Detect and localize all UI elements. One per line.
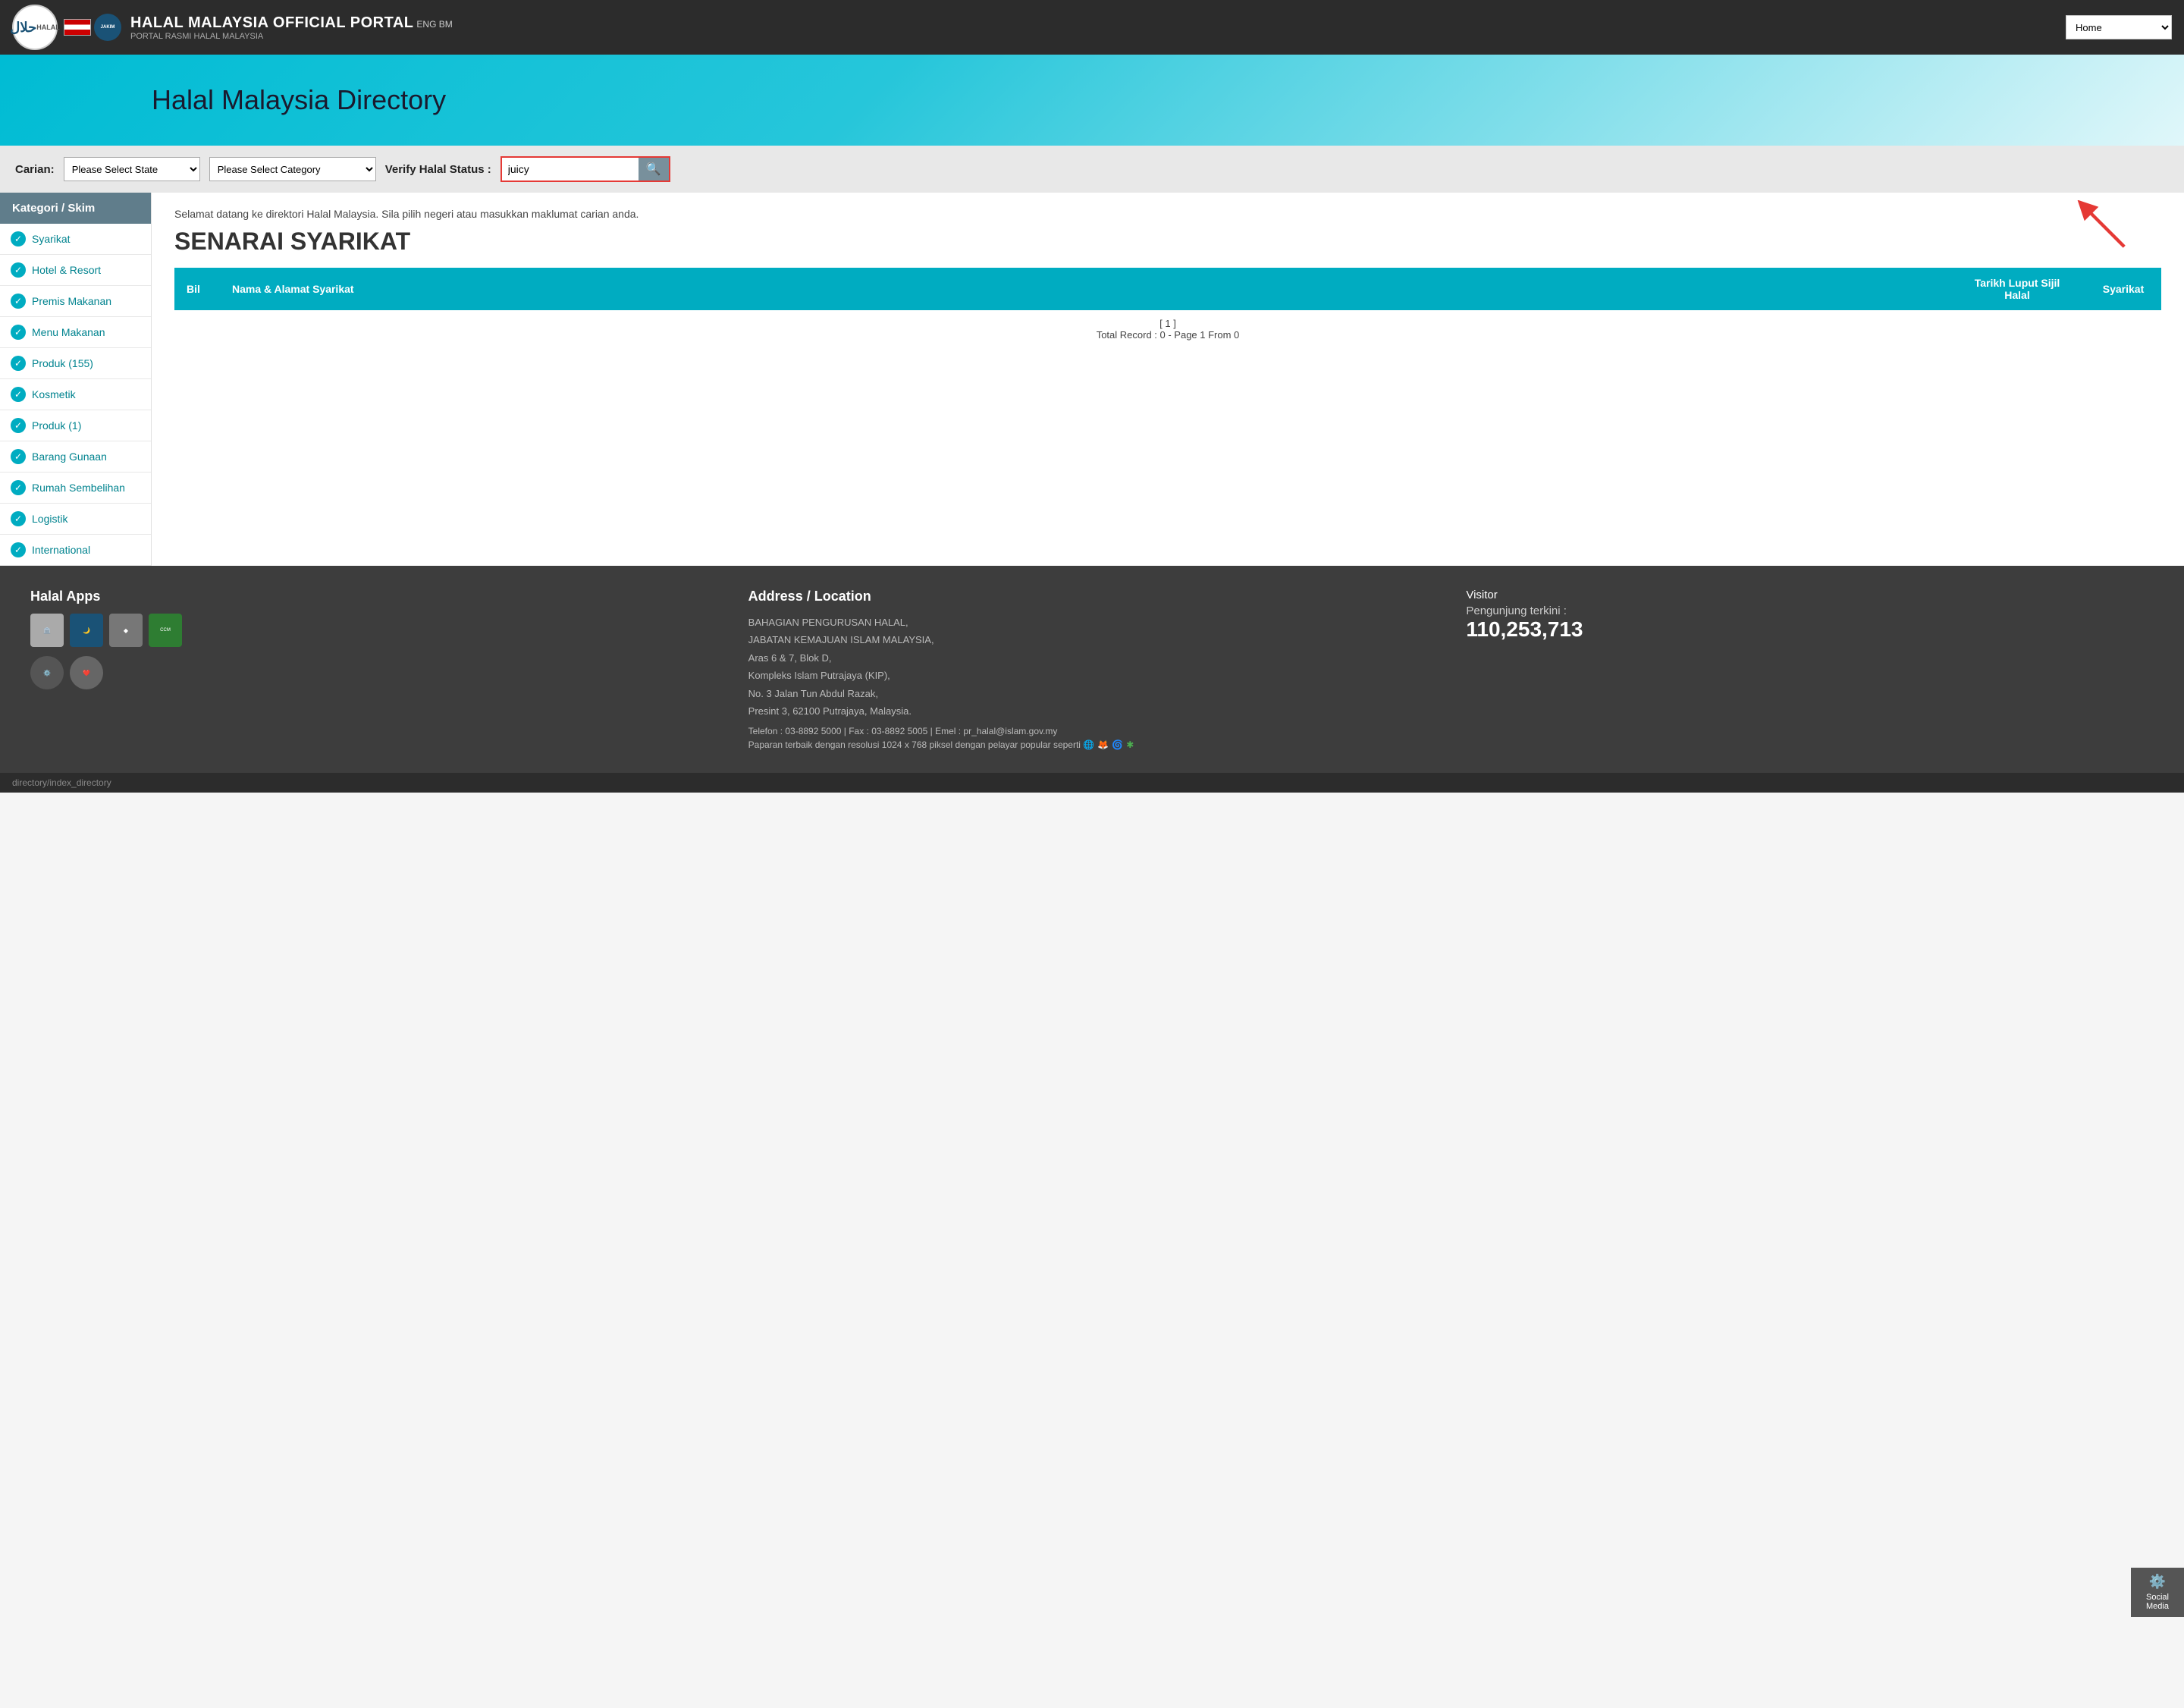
hero-title: Halal Malaysia Directory (152, 84, 446, 116)
check-icon: ✓ (11, 480, 26, 495)
footer-visitor-label: Pengunjung terkini : (1466, 604, 2154, 617)
footer-visitor-count: 110,253,713 (1466, 617, 2154, 642)
app-logo-5[interactable]: ⚙️ (30, 656, 64, 689)
check-icon: ✓ (11, 231, 26, 246)
sidebar-item-syarikat[interactable]: ✓ Syarikat (0, 224, 151, 255)
footer-apps-col: Halal Apps 🏛️ 🌙 ◆ CCM ⚙️ ❤️ (30, 589, 718, 750)
sidebar-item-label: Rumah Sembelihan (32, 482, 125, 494)
nav-dropdown[interactable]: Home About Directory Contact (2066, 15, 2172, 39)
footer-apps-title: Halal Apps (30, 589, 718, 604)
check-icon: ✓ (11, 449, 26, 464)
jakim-logo: JAKIM (94, 14, 121, 41)
th-nama: Nama & Alamat Syarikat (220, 268, 1949, 310)
sidebar-item-produk-155[interactable]: ✓ Produk (155) (0, 348, 151, 379)
check-icon: ✓ (11, 294, 26, 309)
th-bil: Bil (174, 268, 220, 310)
sidebar-item-label: Hotel & Resort (32, 264, 101, 276)
app-logo-4[interactable]: CCM (149, 614, 182, 647)
app-logo-3[interactable]: ◆ (109, 614, 143, 647)
header-title: HALAL MALAYSIA OFFICIAL PORTAL ENG BM (130, 14, 2057, 32)
flag-icons: JAKIM (64, 14, 121, 41)
th-syarikat: Syarikat (2085, 268, 2161, 310)
search-button[interactable]: 🔍 (639, 158, 669, 181)
sidebar-item-label: Logistik (32, 513, 67, 525)
category-select[interactable]: Please Select Category Syarikat Hotel & … (209, 157, 376, 181)
footer-visitor-title: Visitor (1466, 589, 2154, 601)
social-media-button[interactable]: ⚙️ Social Media (2131, 1568, 2184, 1617)
header-nav: Home About Directory Contact (2066, 15, 2172, 39)
sidebar-item-label: Syarikat (32, 233, 71, 245)
sidebar-item-label: Produk (155) (32, 357, 93, 369)
check-icon: ✓ (11, 511, 26, 526)
sidebar-item-rumah-sembelihan[interactable]: ✓ Rumah Sembelihan (0, 473, 151, 504)
sidebar-item-label: Menu Makanan (32, 326, 105, 338)
check-icon: ✓ (11, 262, 26, 278)
sidebar-item-hotel-resort[interactable]: ✓ Hotel & Resort (0, 255, 151, 286)
hero-banner: Halal Malaysia Directory (0, 55, 2184, 146)
sidebar-item-label: Kosmetik (32, 388, 76, 400)
sidebar-item-barang-gunaan[interactable]: ✓ Barang Gunaan (0, 441, 151, 473)
header: حلال HALAL JAKIM HALAL MALAYSIA OFFICIAL… (0, 0, 2184, 55)
sidebar-item-label: International (32, 544, 90, 556)
search-input[interactable] (502, 158, 639, 181)
app-logo-2[interactable]: 🌙 (70, 614, 103, 647)
sidebar-item-kosmetik[interactable]: ✓ Kosmetik (0, 379, 151, 410)
welcome-text: Selamat datang ke direktori Halal Malays… (174, 208, 2161, 220)
carian-label: Carian: (15, 163, 55, 176)
app-logo-1[interactable]: 🏛️ (30, 614, 64, 647)
search-bar: Carian: Please Select State Johor Kedah … (0, 146, 2184, 193)
halal-logo: حلال HALAL (12, 5, 58, 50)
sidebar-item-menu-makanan[interactable]: ✓ Menu Makanan (0, 317, 151, 348)
footer-visitor-col: Visitor Pengunjung terkini : 110,253,713 (1466, 589, 2154, 750)
sidebar: Kategori / Skim ✓ Syarikat ✓ Hotel & Res… (0, 193, 152, 566)
footer-address: BAHAGIAN PENGURUSAN HALAL, JABATAN KEMAJ… (748, 614, 1436, 720)
pagination: [ 1 ] Total Record : 0 - Page 1 From 0 (174, 310, 2161, 348)
check-icon: ✓ (11, 356, 26, 371)
check-icon: ✓ (11, 387, 26, 402)
sidebar-item-label: Barang Gunaan (32, 451, 107, 463)
social-media-label: Social Media (2137, 1593, 2178, 1611)
search-input-wrap: 🔍 (500, 156, 670, 182)
footer-address-title: Address / Location (748, 589, 1436, 604)
sidebar-item-label: Premis Makanan (32, 295, 111, 307)
results-table: Bil Nama & Alamat Syarikat Tarikh Luput … (174, 268, 2161, 348)
header-subtitle: PORTAL RASMI HALAL MALAYSIA (130, 32, 2057, 41)
footer: Halal Apps 🏛️ 🌙 ◆ CCM ⚙️ ❤️ Address / Lo… (0, 566, 2184, 773)
header-title-area: HALAL MALAYSIA OFFICIAL PORTAL ENG BM PO… (130, 14, 2057, 41)
logo-area: حلال HALAL JAKIM (12, 5, 121, 50)
sidebar-header: Kategori / Skim (0, 193, 151, 224)
footer-contact: Telefon : 03-8892 5000 | Fax : 03-8892 5… (748, 726, 1436, 736)
senarai-title: SENARAI SYARIKAT (174, 228, 2161, 256)
url-bar: directory/index_directory (0, 773, 2184, 793)
check-icon: ✓ (11, 418, 26, 433)
gear-icon: ⚙️ (2137, 1574, 2178, 1590)
sidebar-item-international[interactable]: ✓ International (0, 535, 151, 566)
content-area: Selamat datang ke direktori Halal Malays… (152, 193, 2184, 566)
sidebar-item-premis-makanan[interactable]: ✓ Premis Makanan (0, 286, 151, 317)
sidebar-item-logistik[interactable]: ✓ Logistik (0, 504, 151, 535)
sidebar-item-produk-1[interactable]: ✓ Produk (1) (0, 410, 151, 441)
verify-label: Verify Halal Status : (385, 163, 491, 176)
app-logo-6[interactable]: ❤️ (70, 656, 103, 689)
check-icon: ✓ (11, 325, 26, 340)
footer-address-col: Address / Location BAHAGIAN PENGURUSAN H… (748, 589, 1436, 750)
sidebar-item-label: Produk (1) (32, 419, 81, 432)
state-select[interactable]: Please Select State Johor Kedah Kelantan… (64, 157, 200, 181)
footer-resolution: Paparan terbaik dengan resolusi 1024 x 7… (748, 739, 1436, 750)
footer-apps-logos: 🏛️ 🌙 ◆ CCM ⚙️ ❤️ (30, 614, 718, 689)
browser-icons: 🌐 🦊 🌀 ✱ (1083, 739, 1134, 750)
th-tarikh: Tarikh Luput Sijil Halal (1949, 268, 2085, 310)
check-icon: ✓ (11, 542, 26, 557)
main-content: Kategori / Skim ✓ Syarikat ✓ Hotel & Res… (0, 193, 2184, 566)
malaysia-flag (64, 19, 91, 36)
